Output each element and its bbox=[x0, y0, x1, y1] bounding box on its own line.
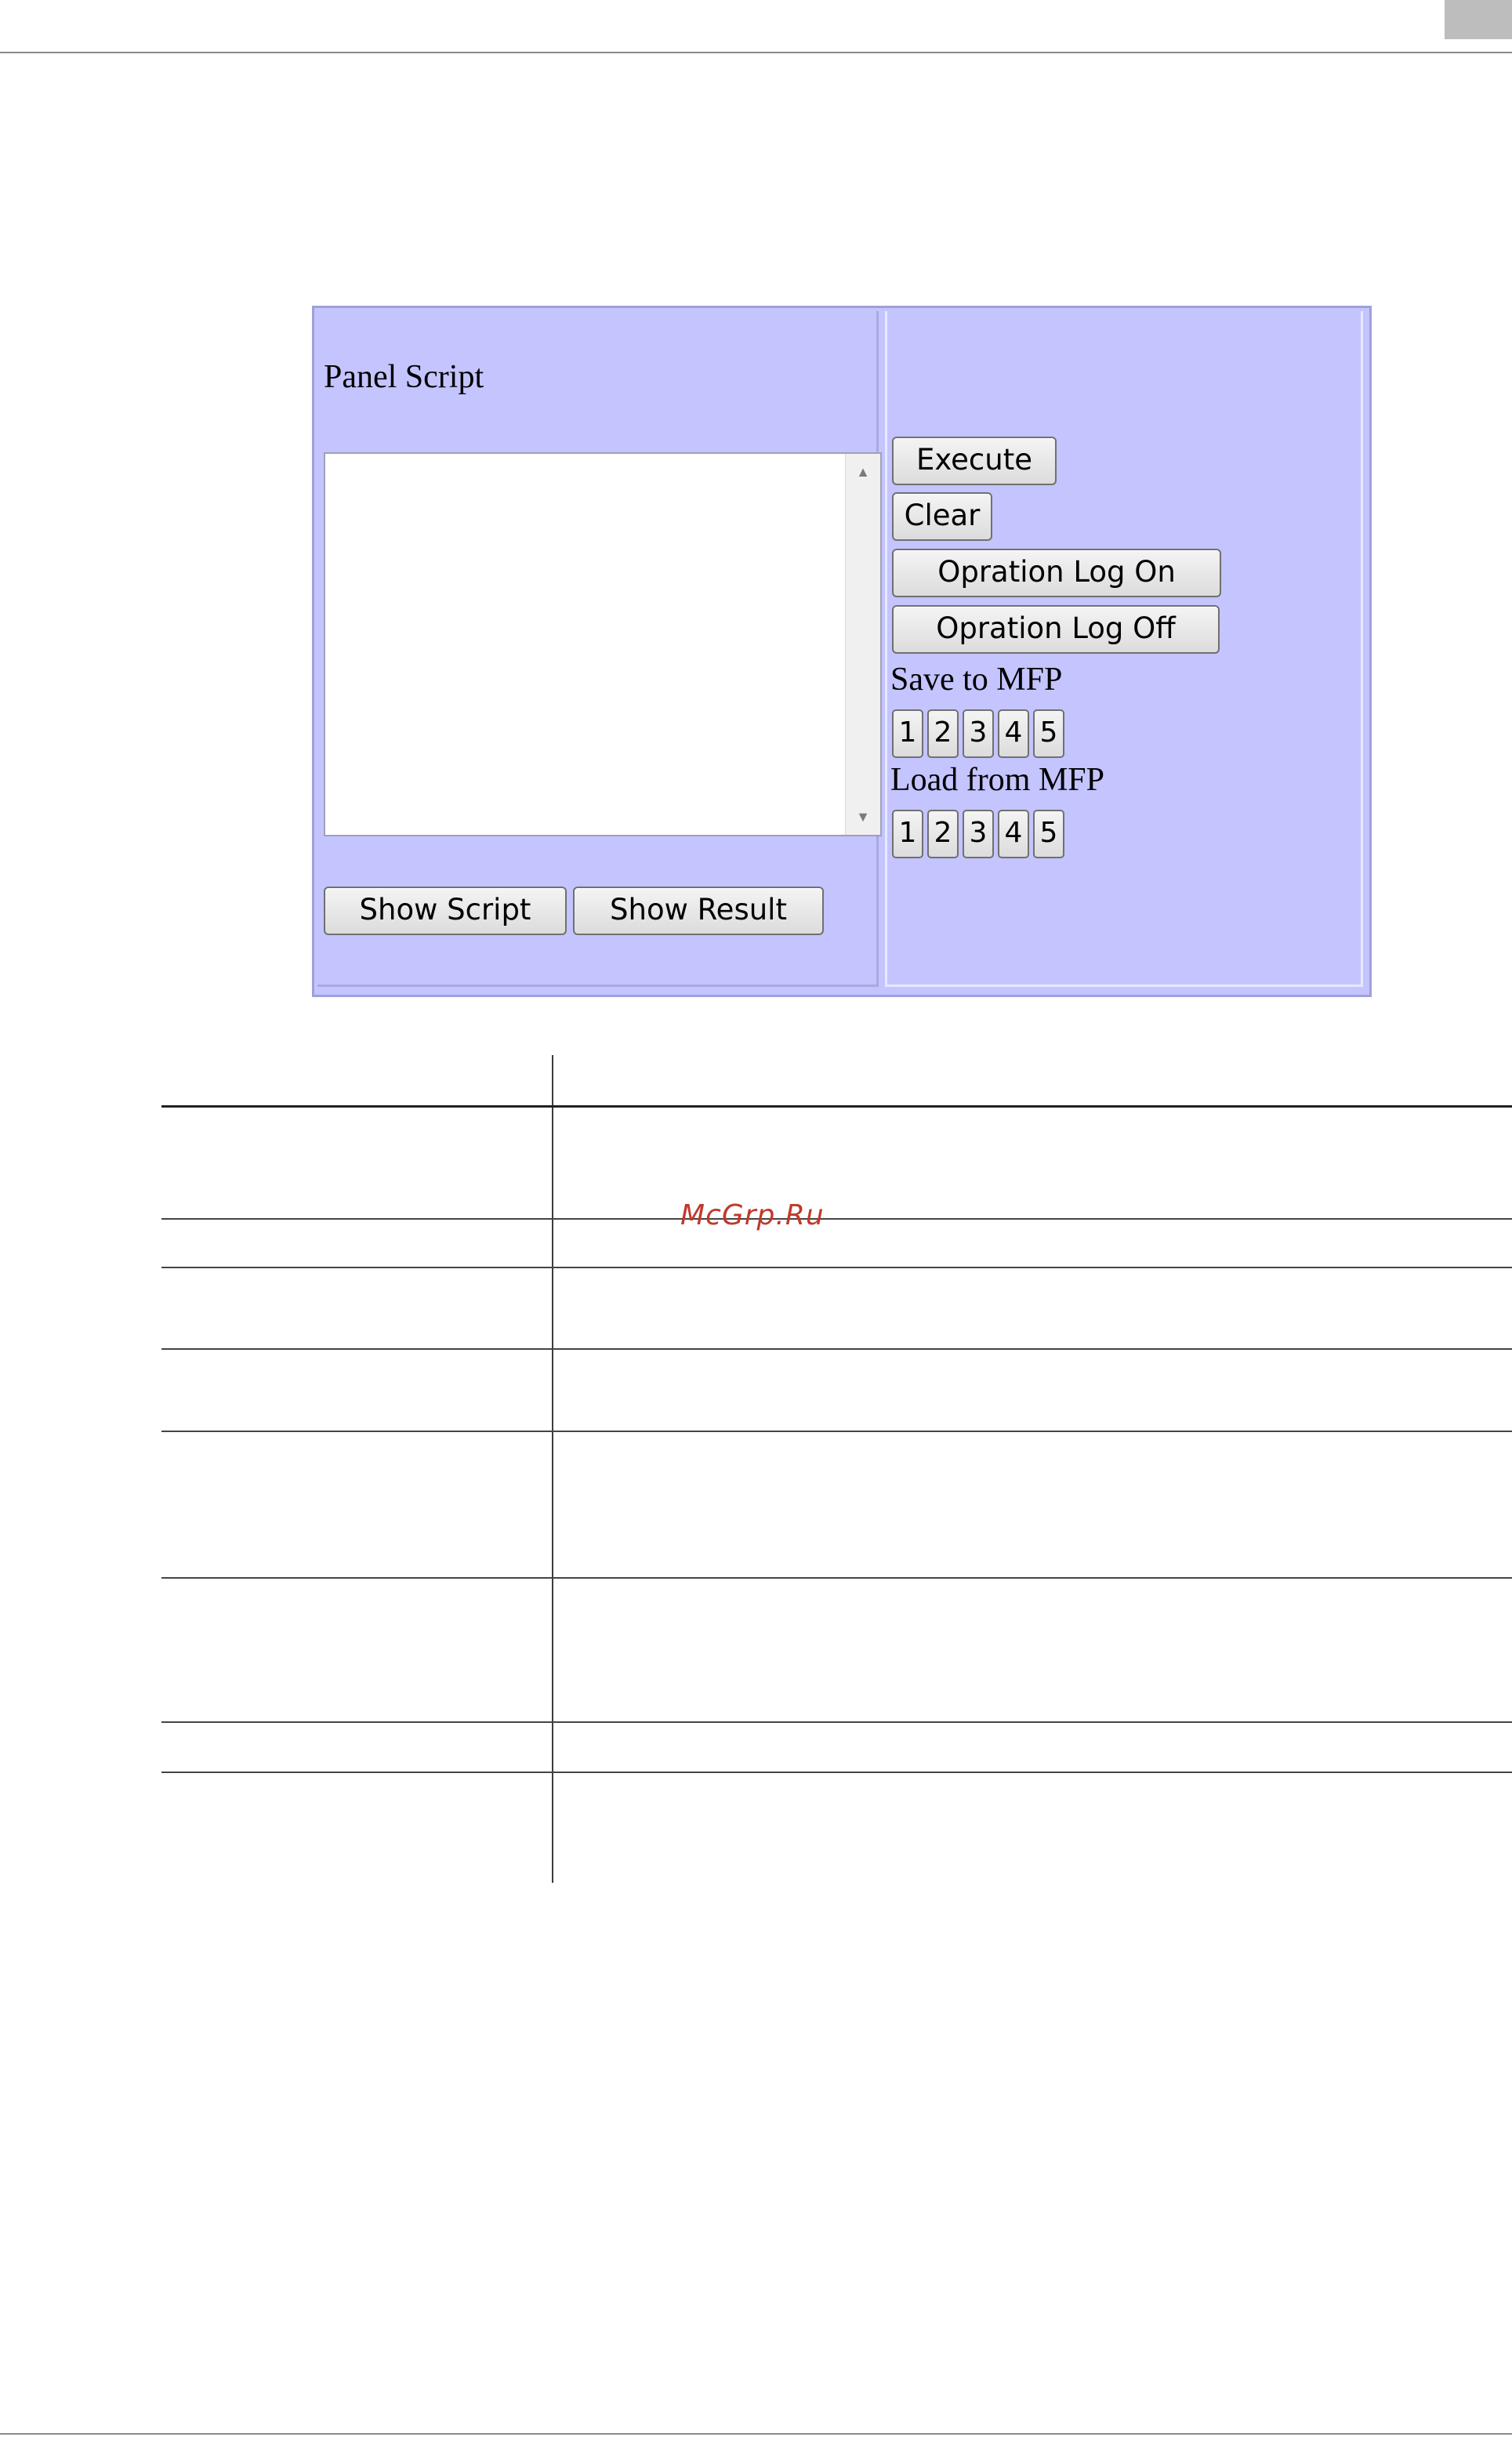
operation-log-off-button[interactable]: Opration Log Off bbox=[892, 605, 1220, 654]
save-slot-3-button[interactable]: 3 bbox=[963, 709, 994, 758]
save-slot-1-button[interactable]: 1 bbox=[892, 709, 923, 758]
table-row-rule bbox=[161, 1267, 1512, 1268]
save-to-mfp-label: Save to MFP bbox=[890, 662, 1063, 698]
table-row-rule bbox=[161, 1348, 1512, 1350]
scroll-up-arrow-icon[interactable]: ▲ bbox=[846, 460, 880, 484]
table-header-rule bbox=[161, 1105, 1512, 1108]
table-row-rule bbox=[161, 1772, 1512, 1773]
table-column-divider bbox=[552, 1055, 553, 1883]
panel-title: Panel Script bbox=[324, 359, 484, 395]
page-tab bbox=[1445, 0, 1512, 39]
header-rule bbox=[0, 52, 1512, 53]
textarea-scrollbar[interactable]: ▲ ▼ bbox=[845, 454, 880, 835]
scroll-down-arrow-icon[interactable]: ▼ bbox=[846, 805, 880, 829]
load-slot-1-button[interactable]: 1 bbox=[892, 810, 923, 858]
table-row-rule bbox=[161, 1721, 1512, 1723]
table-row-rule bbox=[161, 1218, 1512, 1220]
table-row-rule bbox=[161, 1431, 1512, 1432]
load-slot-5-button[interactable]: 5 bbox=[1033, 810, 1064, 858]
panel-script-screenshot: Panel Script ▲ ▼ Show Script Show Result… bbox=[312, 306, 1372, 997]
save-slot-4-button[interactable]: 4 bbox=[998, 709, 1029, 758]
save-slot-5-button[interactable]: 5 bbox=[1033, 709, 1064, 758]
panel-left-column: Panel Script ▲ ▼ Show Script Show Result bbox=[317, 311, 882, 987]
operation-log-on-button[interactable]: Opration Log On bbox=[892, 549, 1221, 597]
save-slot-2-button[interactable]: 2 bbox=[927, 709, 959, 758]
footer-rule bbox=[0, 2433, 1512, 2435]
table-row-rule bbox=[161, 1577, 1512, 1579]
show-script-button[interactable]: Show Script bbox=[324, 887, 567, 935]
load-slot-3-button[interactable]: 3 bbox=[963, 810, 994, 858]
load-from-mfp-label: Load from MFP bbox=[890, 762, 1104, 798]
clear-button[interactable]: Clear bbox=[892, 492, 992, 541]
show-result-button[interactable]: Show Result bbox=[573, 887, 824, 935]
script-textarea[interactable]: ▲ ▼ bbox=[324, 452, 882, 836]
watermark-text: McGrp.Ru bbox=[680, 1199, 825, 1231]
execute-button[interactable]: Execute bbox=[892, 437, 1057, 485]
panel-right-column: Execute Clear Opration Log On Opration L… bbox=[885, 311, 1363, 987]
load-slot-4-button[interactable]: 4 bbox=[998, 810, 1029, 858]
load-slot-2-button[interactable]: 2 bbox=[927, 810, 959, 858]
